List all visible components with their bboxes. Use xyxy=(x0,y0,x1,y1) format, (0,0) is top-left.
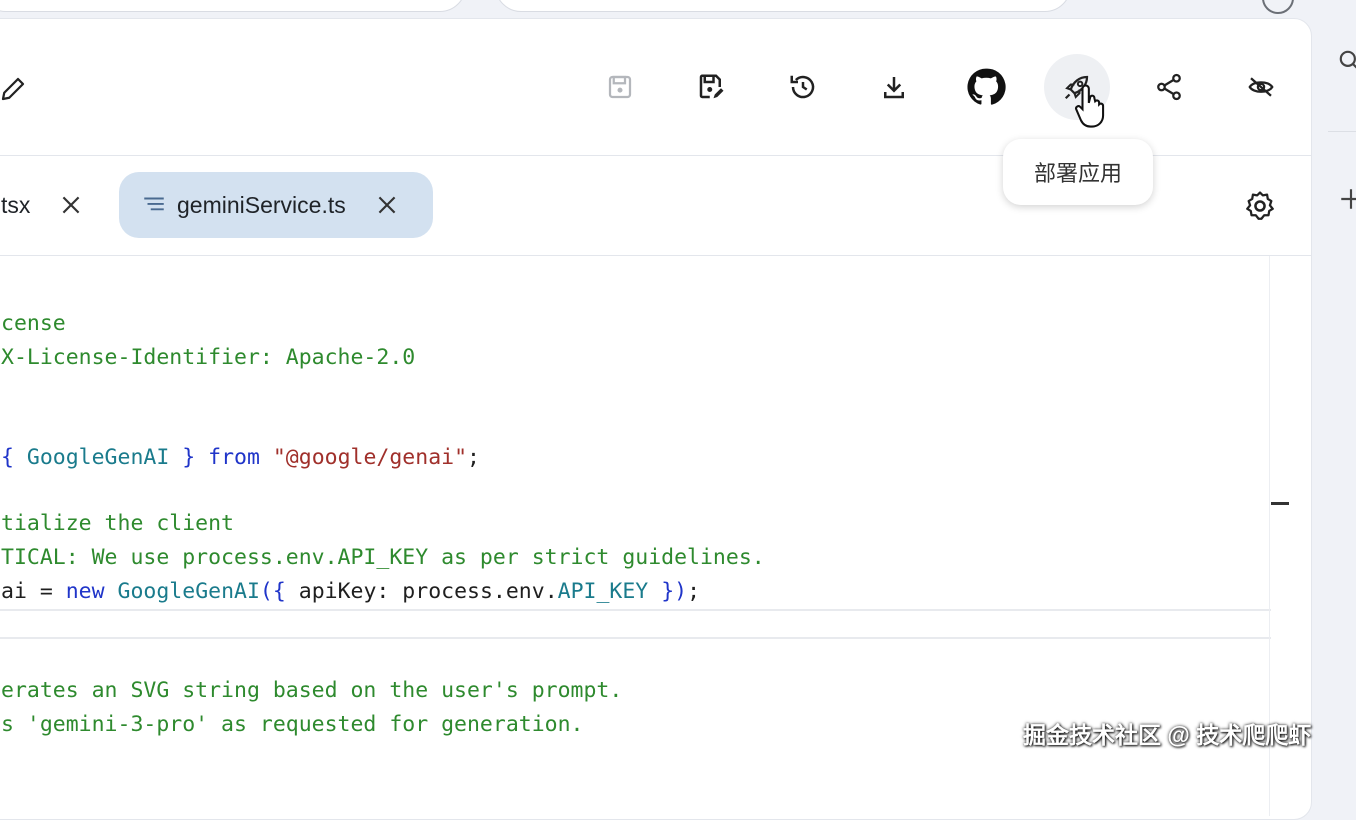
code-line: TICAL: We use process.env.API_KEY as per… xyxy=(1,545,765,570)
edit-title-button[interactable] xyxy=(0,67,35,111)
code-token: new xyxy=(65,579,105,604)
code-token: } xyxy=(169,445,209,470)
file-lines-icon xyxy=(141,192,167,218)
code-token: ; xyxy=(687,579,701,604)
hide-button[interactable] xyxy=(1239,65,1283,109)
editor-toolbar xyxy=(0,19,1311,156)
code-token: from xyxy=(208,445,260,470)
top-avatar-fragment[interactable] xyxy=(1262,0,1294,14)
scrollbar-marker xyxy=(1271,502,1289,505)
close-icon[interactable] xyxy=(58,192,84,218)
code-line: X-License-Identifier: Apache-2.0 xyxy=(1,345,415,370)
history-button[interactable] xyxy=(781,65,825,109)
download-icon xyxy=(884,77,904,99)
save-as-button[interactable] xyxy=(689,65,733,109)
save-icon xyxy=(608,75,632,99)
github-button[interactable] xyxy=(964,65,1008,109)
gear-icon[interactable] xyxy=(1243,189,1277,223)
line-highlight-top xyxy=(0,609,1271,611)
deploy-tooltip: 部署应用 xyxy=(1003,139,1153,205)
tab-label: tsx xyxy=(1,191,31,218)
share-button[interactable] xyxy=(1147,65,1191,109)
code-token: apiKey: process.env. xyxy=(285,579,558,604)
top-address-bar-left[interactable] xyxy=(0,0,466,12)
code-token: TICAL: We use process.env.API_KEY as per… xyxy=(1,545,765,570)
top-address-bar-right[interactable] xyxy=(495,0,1071,12)
code-token: ai = xyxy=(1,579,66,604)
share-icon xyxy=(1157,73,1181,101)
tab-gemini-service[interactable]: geminiService.ts xyxy=(119,172,433,238)
tab-app-tsx[interactable]: tsx xyxy=(0,172,84,238)
visibility-off-icon xyxy=(1248,77,1274,97)
github-icon xyxy=(967,68,1006,105)
code-token: tialize the client xyxy=(1,511,234,536)
code-line: erates an SVG string based on the user's… xyxy=(1,678,622,703)
code-line: { GoogleGenAI } from "@google/genai"; xyxy=(1,445,480,470)
code-token: "@google/genai" xyxy=(272,445,468,470)
line-highlight-bottom xyxy=(0,637,1271,639)
code-token: erates an SVG string based on the user's… xyxy=(1,678,623,703)
tab-label: geminiService.ts xyxy=(177,191,346,218)
code-token: GoogleGenAI xyxy=(26,445,170,470)
watermark: 掘金技术社区 @ 技术爬爬虾 xyxy=(1023,722,1312,748)
code-line: tialize the client xyxy=(1,511,234,536)
save-edit-icon xyxy=(699,74,724,99)
code-line: s 'gemini-3-pro' as requested for genera… xyxy=(1,712,583,737)
code-token: X-License-Identifier: Apache-2.0 xyxy=(1,345,416,370)
code-token: }) xyxy=(648,579,688,604)
download-button[interactable] xyxy=(872,65,916,109)
search-icon[interactable] xyxy=(1337,48,1356,74)
code-token: ({ xyxy=(259,579,286,604)
code-token: s 'gemini-3-pro' as requested for genera… xyxy=(1,712,584,737)
sidebar-divider xyxy=(1328,131,1356,132)
history-icon xyxy=(790,75,815,99)
hand-cursor-icon xyxy=(1075,84,1105,128)
code-token: API_KEY xyxy=(557,579,649,604)
code-token: GoogleGenAI xyxy=(117,579,260,604)
code-line: ai = new GoogleGenAI({ apiKey: process.e… xyxy=(1,579,700,604)
code-line: cense xyxy=(1,311,66,336)
code-token: ; xyxy=(467,445,480,470)
pencil-icon xyxy=(1,77,25,101)
save-button[interactable] xyxy=(598,65,642,109)
plus-icon[interactable] xyxy=(1338,186,1356,212)
code-token: cense xyxy=(1,311,66,336)
code-token: { xyxy=(1,445,27,470)
close-icon[interactable] xyxy=(374,192,400,218)
